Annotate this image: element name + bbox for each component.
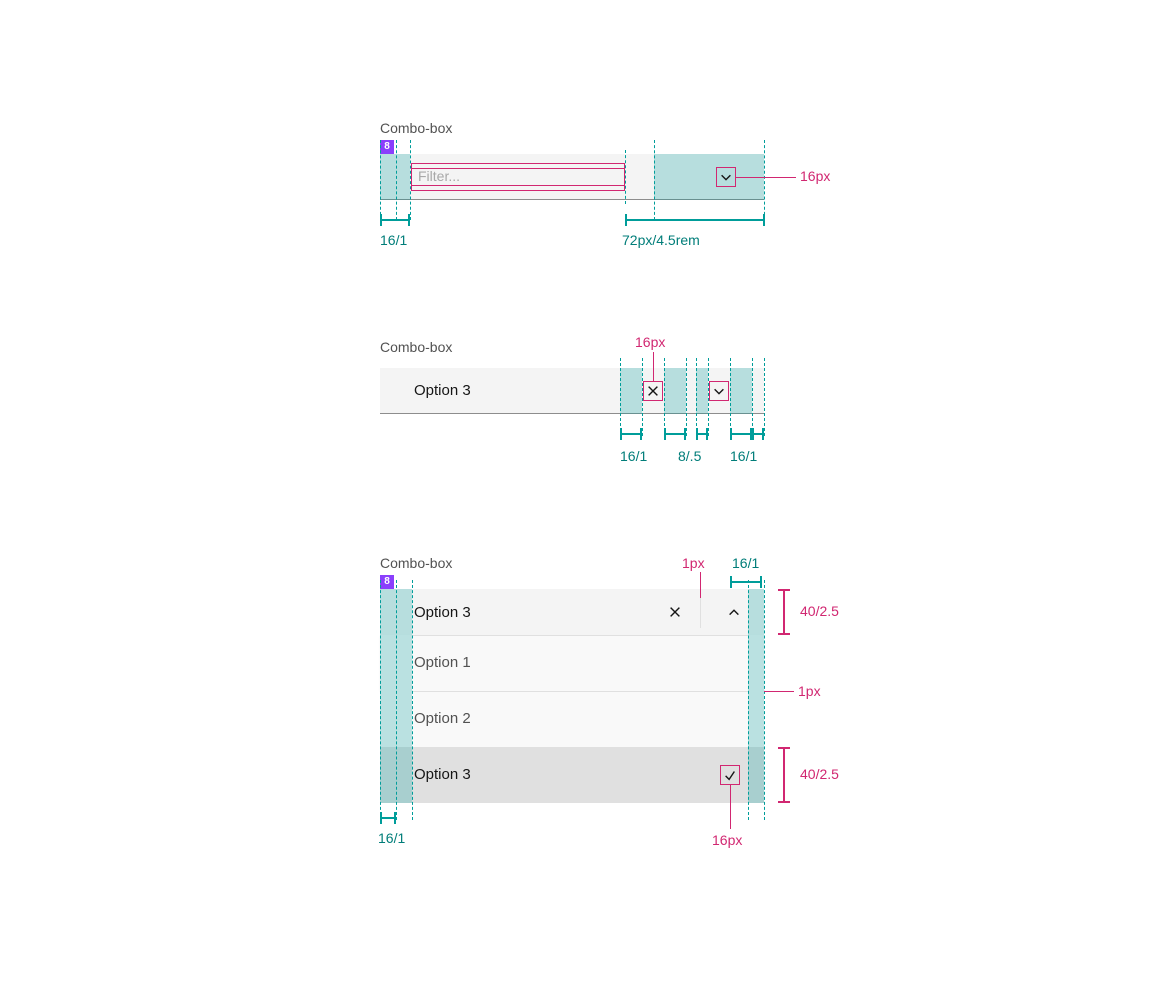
- selected-text-3: Option 3: [414, 604, 471, 621]
- bracket: [664, 428, 686, 440]
- guide: [412, 580, 413, 820]
- pad: [748, 747, 764, 803]
- option-1-label: Option 1: [414, 654, 471, 671]
- close-icon[interactable]: [645, 383, 661, 399]
- guide: [686, 358, 687, 436]
- chevron-down-icon[interactable]: [718, 169, 734, 185]
- guide: [380, 580, 381, 820]
- pad: [748, 691, 764, 747]
- chevron-size-label: 16px: [800, 168, 830, 184]
- pad-left-row0: [380, 589, 396, 635]
- left-pad-label-1: 16/1: [380, 232, 407, 248]
- guide: [764, 580, 765, 820]
- list-divider-1px-label: 1px: [798, 683, 821, 699]
- pad: [380, 747, 396, 803]
- option-2-label: Option 2: [414, 710, 471, 727]
- top-right-16-label: 16/1: [732, 555, 759, 571]
- guide: [625, 150, 626, 204]
- check-size-label: 16px: [712, 832, 742, 848]
- guide: [396, 140, 397, 220]
- guide: [764, 358, 765, 436]
- bracket: [752, 428, 764, 440]
- section3-badge: 8: [380, 575, 394, 589]
- guide: [748, 580, 749, 820]
- guide: [380, 140, 381, 220]
- bracket-top-right: [730, 576, 762, 588]
- guide: [654, 140, 655, 220]
- guide: [396, 580, 397, 820]
- row-divider: [412, 635, 748, 636]
- gap-mid-label: 8/.5: [678, 448, 701, 464]
- pad: [396, 747, 412, 803]
- leader: [736, 177, 796, 178]
- zone-end: [730, 368, 752, 414]
- leader: [700, 572, 701, 598]
- selected-text-2: Option 3: [414, 382, 471, 399]
- section2-title: Combo-box: [380, 339, 452, 355]
- row-height-bracket-bottom: [778, 747, 790, 803]
- pad-left2-row0: [396, 589, 412, 635]
- guide: [696, 358, 697, 436]
- pad: [396, 635, 412, 691]
- leader: [730, 785, 731, 829]
- pad-left-zone-1: [380, 154, 410, 200]
- gap-left-label: 16/1: [620, 448, 647, 464]
- guide: [730, 358, 731, 436]
- zone-after-divider: [696, 368, 708, 414]
- bracket: [696, 428, 708, 440]
- divider-1px-top-label: 1px: [682, 555, 705, 571]
- guide: [752, 358, 753, 436]
- row-height-bracket-top: [778, 589, 790, 635]
- pad: [396, 691, 412, 747]
- section1-title: Combo-box: [380, 120, 452, 136]
- chevron-up-icon[interactable]: [726, 604, 742, 620]
- guide: [664, 358, 665, 436]
- row-divider: [412, 691, 748, 692]
- leader: [764, 691, 794, 692]
- pad: [380, 635, 396, 691]
- bottom-left-16-label: 16/1: [378, 830, 405, 846]
- filter-input-inner: [411, 168, 625, 186]
- leader: [653, 352, 654, 381]
- row-height-label-top: 40/2.5: [800, 603, 839, 619]
- zone-before-x: [620, 368, 642, 414]
- bracket-trigger-1: [625, 214, 765, 226]
- option-3-label: Option 3: [414, 766, 471, 783]
- guide: [620, 358, 621, 436]
- trigger-width-label-1: 72px/4.5rem: [622, 232, 700, 248]
- pad: [380, 691, 396, 747]
- bracket-bottom-left: [380, 812, 396, 824]
- guide: [764, 140, 765, 220]
- bracket: [730, 428, 752, 440]
- zone-between: [664, 368, 686, 414]
- section3-title: Combo-box: [380, 555, 452, 571]
- pad-right-row0: [748, 589, 764, 635]
- pad: [748, 635, 764, 691]
- chevron-down-icon[interactable]: [711, 383, 727, 399]
- close-icon[interactable]: [667, 604, 683, 620]
- row-height-label-bottom: 40/2.5: [800, 766, 839, 782]
- icon-size-label-top: 16px: [635, 334, 665, 350]
- gap-right-label: 16/1: [730, 448, 757, 464]
- bracket: [620, 428, 642, 440]
- bracket-left-pad-1: [380, 214, 410, 226]
- checkmark-icon: [722, 767, 738, 783]
- section1-badge: 8: [380, 140, 394, 154]
- field-divider: [700, 598, 701, 628]
